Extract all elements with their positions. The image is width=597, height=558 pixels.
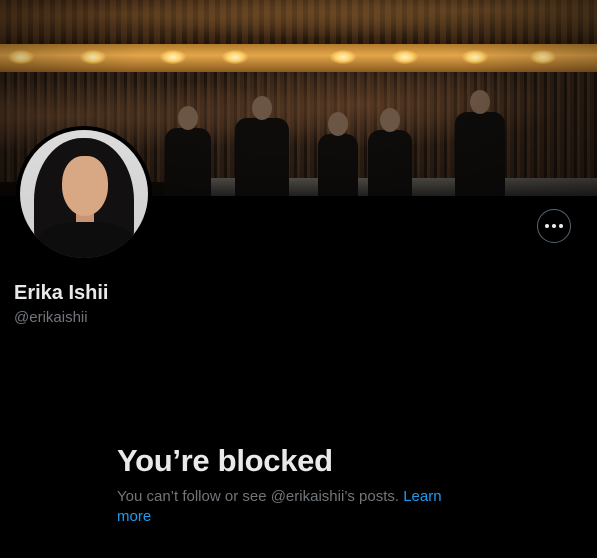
blocked-message: You can’t follow or see @erikaishii’s po… (117, 487, 467, 527)
more-options-button[interactable] (537, 209, 571, 243)
avatar-face (62, 156, 108, 216)
blocked-title: You’re blocked (117, 443, 333, 478)
more-horizontal-icon (545, 224, 563, 228)
display-name: Erika Ishii (14, 282, 109, 304)
profile-page: Erika Ishii @erikaishii You’re blocked Y… (0, 0, 597, 558)
blocked-message-text: You can’t follow or see @erikaishii’s po… (117, 488, 400, 505)
user-handle: @erikaishii (14, 309, 88, 326)
avatar-jacket (38, 222, 134, 258)
avatar[interactable] (16, 126, 152, 262)
avatar-photo (20, 130, 148, 258)
